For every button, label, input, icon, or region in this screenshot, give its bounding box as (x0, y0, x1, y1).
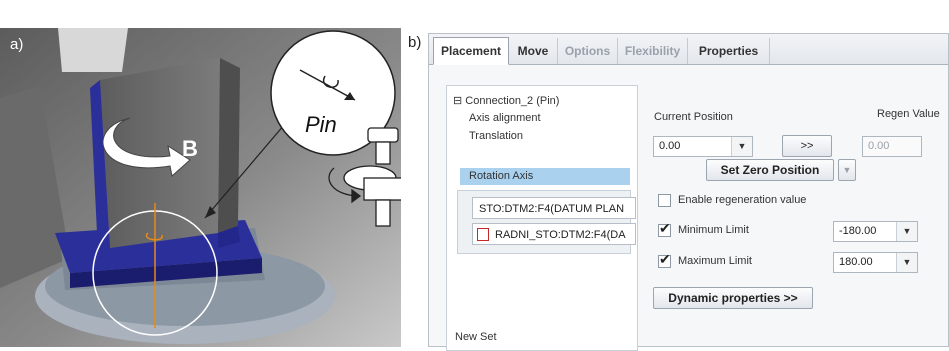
checkmark-icon: ✔ (659, 251, 671, 267)
tree-item-rotation-axis[interactable]: Rotation Axis (469, 170, 533, 182)
tree-item-translation[interactable]: Translation (469, 130, 523, 142)
tree-root[interactable]: ⊟ Connection_2 (Pin) (453, 94, 559, 107)
set-zero-position-button[interactable]: Set Zero Position (706, 159, 834, 181)
tab-flexibility[interactable]: Flexibility (618, 38, 688, 64)
pin-label: Pin (305, 112, 337, 137)
enable-regeneration-checkbox[interactable] (658, 194, 671, 207)
chevron-down-icon[interactable]: ▼ (896, 222, 917, 241)
tree-root-label: Connection_2 (Pin) (465, 95, 560, 107)
maximum-limit-value: 180.00 (839, 256, 873, 268)
reference-collector: STO:DTM2:F4(DATUM PLAN RADNI_STO:DTM2:F4… (457, 190, 636, 254)
minimum-limit-label: Minimum Limit (678, 224, 749, 236)
cad-viewport: B Pin (0, 28, 401, 347)
regen-value-label: Regen Value (877, 108, 940, 120)
maximum-limit-label: Maximum Limit (678, 255, 752, 267)
panel-label-b: b) (408, 34, 422, 51)
reference-2-label: RADNI_STO:DTM2:F4(DA (495, 229, 626, 241)
copy-to-regen-button[interactable]: >> (782, 135, 832, 157)
maximum-limit-checkbox[interactable]: ✔ (658, 251, 671, 268)
placement-dialog: Placement Move Options Flexibility Prope… (428, 33, 949, 351)
tab-placement[interactable]: Placement (433, 37, 509, 65)
current-position-dropdown[interactable]: 0.00 ▼ (653, 136, 753, 157)
collapse-icon[interactable]: ⊟ (453, 95, 462, 107)
upper-block (58, 28, 128, 72)
new-set-link[interactable]: New Set (455, 331, 497, 343)
minimum-limit-checkbox[interactable]: ✔ (658, 220, 671, 237)
reference-1[interactable]: STO:DTM2:F4(DATUM PLAN (472, 197, 636, 219)
current-position-value: 0.00 (659, 140, 681, 152)
minimum-limit-dropdown[interactable]: -180.00 ▼ (833, 221, 918, 242)
minimum-limit-value: -180.00 (839, 225, 877, 237)
maximum-limit-dropdown[interactable]: 180.00 ▼ (833, 252, 918, 273)
chevron-down-icon[interactable]: ▼ (731, 137, 752, 156)
checkmark-icon: ✔ (659, 220, 671, 236)
panel-label-a: a) (10, 36, 24, 53)
reference-2[interactable]: RADNI_STO:DTM2:F4(DA (472, 223, 636, 245)
set-zero-menu-chevron-icon[interactable]: ▼ (838, 159, 856, 181)
dynamic-properties-button[interactable]: Dynamic properties >> (653, 287, 813, 309)
connection-tree: ⊟ Connection_2 (Pin) Axis alignment Tran… (446, 85, 638, 351)
axis-label-b: B (182, 136, 198, 161)
tab-move[interactable]: Move (509, 38, 558, 64)
tree-item-axis-alignment[interactable]: Axis alignment (469, 112, 541, 124)
datum-ref-icon (477, 228, 489, 241)
chevron-down-icon[interactable]: ▼ (896, 253, 917, 272)
tab-properties[interactable]: Properties (688, 38, 770, 64)
current-position-label: Current Position (654, 111, 733, 123)
tab-options[interactable]: Options (558, 38, 618, 64)
regen-value-field[interactable]: 0.00 (862, 136, 922, 157)
placement-content: ⊟ Connection_2 (Pin) Axis alignment Tran… (429, 65, 948, 351)
tab-bar: Placement Move Options Flexibility Prope… (429, 34, 948, 65)
enable-regeneration-label: Enable regeneration value (678, 194, 807, 206)
